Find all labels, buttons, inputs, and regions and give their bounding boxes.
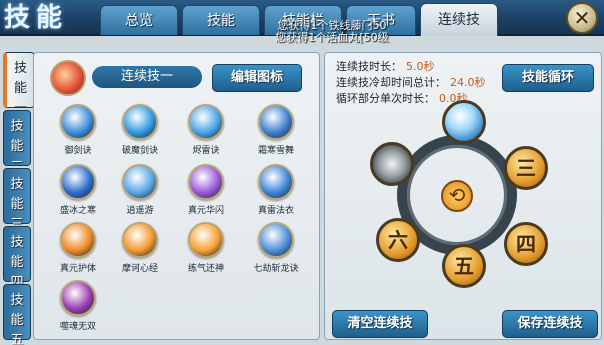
skill-icon[interactable] [60, 164, 96, 200]
skill-name: 摩诃心经 [121, 264, 158, 274]
skill-item[interactable]: 御剑诀 [50, 104, 106, 156]
combo-slot-5[interactable]: 五 [442, 244, 486, 288]
loop-arrows-icon[interactable]: ⟲ [441, 180, 473, 212]
tab-overview[interactable]: 总览 [100, 5, 178, 35]
tab-skills[interactable]: 技能 [182, 5, 260, 35]
skill-item[interactable]: 霜寒雪舞 [248, 104, 304, 156]
skill-item[interactable]: 练气还神 [178, 222, 234, 274]
skill-icon[interactable] [258, 164, 294, 200]
side-tab-skill-2[interactable]: 技 能 二 [3, 110, 31, 174]
stat-total-cooldown: 连续技冷却时间总计： 24.0秒 [336, 74, 486, 90]
skill-icon[interactable] [188, 104, 224, 140]
skill-name: 真元护体 [59, 264, 96, 274]
window-title: 技能 [4, 3, 69, 33]
tab-skill-bar[interactable]: 技能栏 [264, 5, 342, 35]
combo-wheel: 三 四 五 六 ⟲ [362, 100, 552, 290]
combo-icon [50, 60, 86, 96]
stat-label: 连续技时长： [336, 60, 402, 73]
skill-name: 真元华闪 [187, 206, 224, 216]
tab-heavenly-book[interactable]: 天书 [346, 5, 416, 35]
skill-icon[interactable] [122, 222, 158, 258]
skill-item[interactable]: 真元护体 [50, 222, 106, 274]
skill-icon[interactable] [258, 104, 294, 140]
skill-icon[interactable] [188, 222, 224, 258]
skill-loop-button[interactable]: 技能循环 [502, 64, 594, 92]
tab-combo[interactable]: 连续技 [420, 3, 498, 36]
skill-item[interactable]: 噬魂无双 [50, 280, 106, 332]
skill-icon[interactable] [60, 280, 96, 316]
combo-slot-1[interactable] [442, 100, 486, 144]
side-tab-skill-3[interactable]: 技 能 三 [3, 168, 31, 232]
skill-item[interactable]: 烬雷诀 [178, 104, 234, 156]
skill-item[interactable]: 七劫斩龙诀 [248, 222, 304, 274]
top-bar: 技能 总览 技能 技能栏 天书 连续技 ✕ [0, 0, 604, 36]
skill-name: 真雷法衣 [257, 206, 294, 216]
skill-item[interactable]: 盛冰之寒 [50, 164, 106, 216]
skill-item[interactable]: 摩诃心经 [112, 222, 168, 274]
skill-icon[interactable] [60, 222, 96, 258]
skill-item[interactable]: 破魔剑诀 [112, 104, 168, 156]
stat-combo-duration: 连续技时长： 5.0秒 [336, 58, 435, 74]
skill-item[interactable]: 逍遥游 [112, 164, 168, 216]
side-tab-skill-4[interactable]: 技 能 四 [3, 226, 31, 290]
skill-name: 破魔剑诀 [121, 146, 158, 156]
skill-name: 七劫斩龙诀 [253, 264, 299, 274]
combo-slot-6[interactable]: 六 [376, 218, 420, 262]
save-combo-button[interactable]: 保存连续技 [502, 310, 598, 338]
skill-icon[interactable] [258, 222, 294, 258]
combo-name-label: 连续技一 [92, 66, 202, 88]
stat-value: 5.0秒 [406, 60, 435, 73]
edit-icon-button[interactable]: 编辑图标 [212, 64, 302, 92]
skill-name: 盛冰之寒 [59, 206, 96, 216]
skill-item[interactable]: 真雷法衣 [248, 164, 304, 216]
skill-name: 霜寒雪舞 [257, 146, 294, 156]
combo-slot-2[interactable] [370, 142, 414, 186]
skill-name: 烬雷诀 [192, 146, 220, 156]
skill-icon[interactable] [188, 164, 224, 200]
skill-name: 噬魂无双 [59, 322, 96, 332]
skill-name: 逍遥游 [126, 206, 154, 216]
skill-icon[interactable] [122, 104, 158, 140]
skill-icon[interactable] [122, 164, 158, 200]
side-tab-skill-1[interactable]: 技 能 一 [3, 52, 35, 116]
close-button[interactable]: ✕ [566, 2, 598, 34]
stat-label: 连续技冷却时间总计： [336, 76, 446, 89]
clear-combo-button[interactable]: 清空连续技 [332, 310, 428, 338]
stat-value: 24.0秒 [450, 76, 486, 89]
skill-name: 练气还神 [187, 264, 224, 274]
combo-slot-4[interactable]: 四 [504, 222, 548, 266]
skill-icon[interactable] [60, 104, 96, 140]
side-tab-skill-5[interactable]: 技 能 五 [3, 284, 31, 345]
combo-slot-3[interactable]: 三 [504, 146, 548, 190]
skill-item[interactable]: 真元华闪 [178, 164, 234, 216]
skill-name: 御剑诀 [64, 146, 92, 156]
